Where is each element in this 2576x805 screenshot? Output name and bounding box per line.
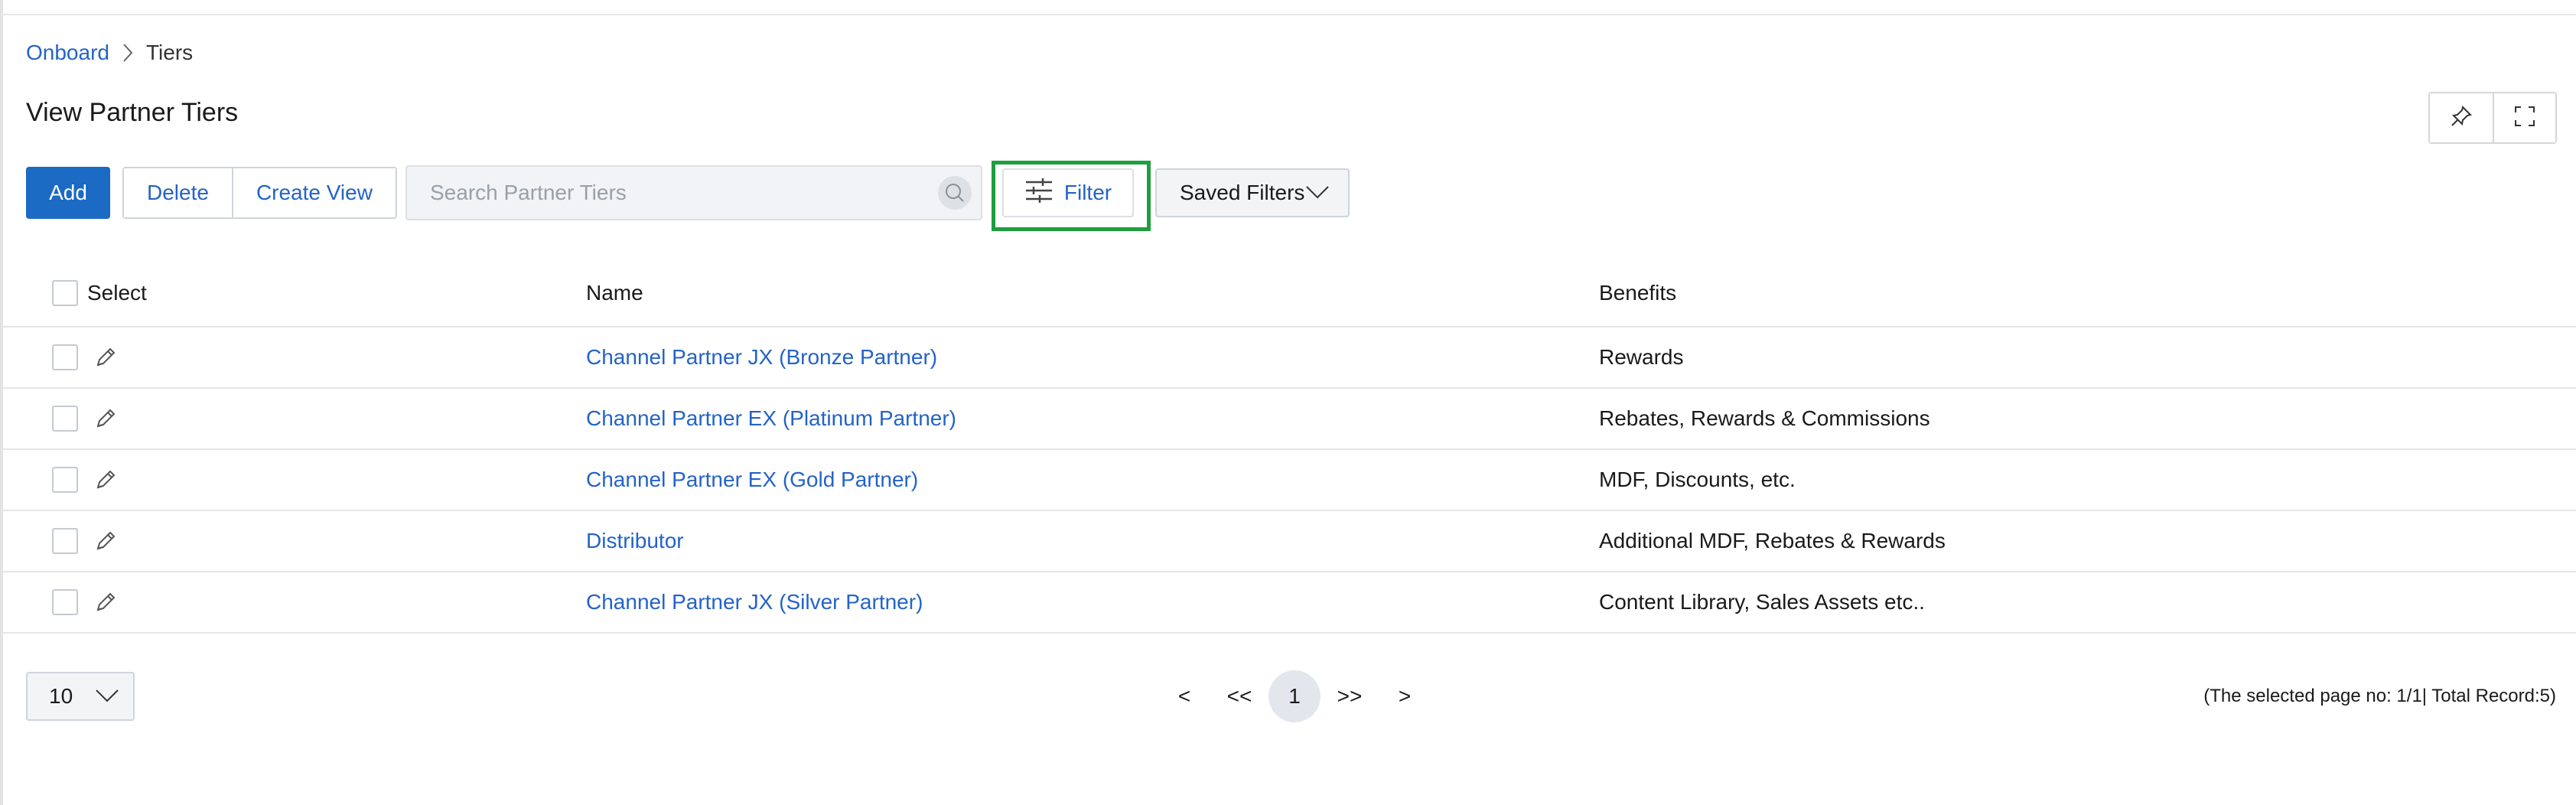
tier-name-link[interactable]: Channel Partner JX (Silver Partner) [586,572,923,632]
column-header-benefits[interactable]: Benefits [1599,260,1676,326]
filter-sliders-icon [1024,178,1054,209]
tier-benefits: Rewards [1599,345,1684,369]
table-row: Distributor Additional MDF, Rebates & Re… [3,511,2576,572]
chevron-right-icon [109,40,146,66]
chevron-down-icon [95,684,119,709]
record-info: (The selected page no: 1/1| Total Record… [2203,686,2556,706]
current-page-button[interactable]: 1 [1268,670,1321,722]
saved-filters-dropdown[interactable]: Saved Filters [1155,168,1350,217]
pagination: < << 1 >> > [1157,670,1432,722]
tier-benefits: Rebates, Rewards & Commissions [1599,406,1930,430]
tier-name-link[interactable]: Channel Partner JX (Bronze Partner) [586,328,937,387]
tier-name-link[interactable]: Channel Partner EX (Gold Partner) [586,450,918,510]
first-page-button[interactable]: << [1212,670,1267,722]
table-header: Select Name Benefits [3,260,2576,328]
tier-benefits: MDF, Discounts, etc. [1599,468,1796,491]
filter-label: Filter [1063,181,1112,204]
prev-page-button[interactable]: < [1157,670,1212,722]
partner-tiers-table: Select Name Benefits Channel Partner JX … [3,260,2576,634]
pin-button[interactable] [2430,93,2493,142]
row-checkbox[interactable] [52,528,78,554]
breadcrumb: Onboard Tiers [26,40,193,66]
select-all-checkbox[interactable] [52,280,78,306]
tier-benefits: Additional MDF, Rebates & Rewards [1599,529,1946,552]
table-row: Channel Partner JX (Bronze Partner) Rewa… [3,328,2576,389]
column-header-name[interactable]: Name [586,260,643,326]
search-box [405,165,982,220]
row-checkbox[interactable] [52,344,78,370]
delete-button[interactable]: Delete [124,168,232,217]
pencil-icon[interactable] [93,389,118,448]
row-checkbox[interactable] [52,589,78,615]
table-row: Channel Partner EX (Platinum Partner) Re… [3,389,2576,450]
action-button-group: Delete Create View [122,167,397,219]
create-view-button[interactable]: Create View [231,168,396,217]
breadcrumb-current: Tiers [145,41,194,64]
view-controls [2428,92,2557,144]
search-icon[interactable] [938,176,972,210]
next-page-button[interactable]: > [1377,670,1432,722]
page-title: View Partner Tiers [26,98,239,127]
filter-button[interactable]: Filter [1002,168,1134,217]
saved-filters-label: Saved Filters [1180,181,1305,204]
pencil-icon[interactable] [93,450,118,510]
pencil-icon[interactable] [93,328,118,387]
top-divider [0,14,2576,15]
chevron-down-icon [1305,181,1330,205]
page-size-select[interactable]: 10 [26,672,135,721]
tier-name-link[interactable]: Distributor [586,511,684,571]
page-size-value: 10 [49,684,73,708]
pin-icon [2450,105,2473,132]
tier-name-link[interactable]: Channel Partner EX (Platinum Partner) [586,389,956,448]
table-row: Channel Partner EX (Gold Partner) MDF, D… [3,450,2576,511]
tier-benefits: Content Library, Sales Assets etc.. [1599,590,1925,614]
fullscreen-icon [2513,105,2536,132]
fullscreen-button[interactable] [2493,93,2555,142]
breadcrumb-onboard-link[interactable]: Onboard [26,41,109,65]
pencil-icon[interactable] [93,511,118,571]
column-header-select: Select [87,281,147,305]
last-page-button[interactable]: >> [1322,670,1377,722]
row-checkbox[interactable] [52,467,78,493]
search-input[interactable] [407,167,938,219]
table-row: Channel Partner JX (Silver Partner) Cont… [3,572,2576,634]
pencil-icon[interactable] [93,572,118,632]
add-button[interactable]: Add [26,167,110,219]
row-checkbox[interactable] [52,406,78,432]
